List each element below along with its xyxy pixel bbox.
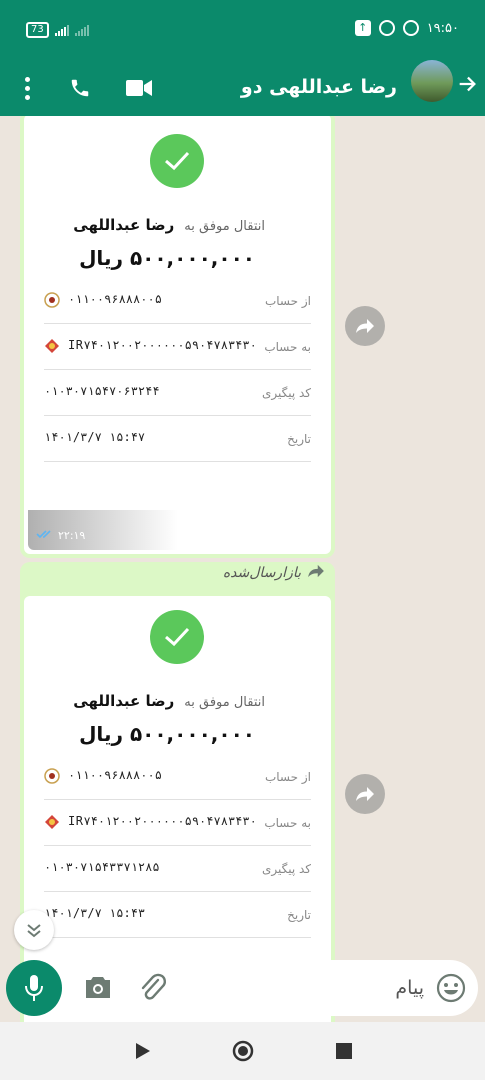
alarm-icon bbox=[402, 20, 419, 36]
status-left: 73 bbox=[26, 22, 89, 38]
contact-name[interactable]: رضا عبداللهی دو bbox=[241, 72, 397, 102]
attach-icon[interactable] bbox=[138, 972, 168, 1004]
more-vert-icon[interactable] bbox=[18, 70, 36, 106]
forward-share-button[interactable] bbox=[345, 306, 385, 346]
battery-icon: 73 bbox=[26, 22, 49, 38]
avatar[interactable] bbox=[411, 60, 453, 102]
row-value: ۰۱۰۳۰۷۱۵۴۳۳۷۱۲۸۵ bbox=[44, 860, 160, 874]
chat-area[interactable]: انتقال موفق به رضا عبداللهی ۵۰۰,۰۰۰,۰۰۰ … bbox=[0, 116, 485, 1022]
row-value: ۱۴۰۱/۳/۷ ۱۵:۴۳ bbox=[44, 906, 146, 920]
forwarded-icon bbox=[307, 564, 325, 582]
status-bar: 73 ↑ ۱۹:۵۰ bbox=[0, 0, 485, 60]
receipt-row: از حساب ۰۱۱۰۰۹۶۸۸۸۰۰۵ bbox=[44, 754, 311, 800]
signal-icon-2 bbox=[74, 24, 89, 36]
amount: ۵۰۰,۰۰۰,۰۰۰ ریال bbox=[79, 246, 255, 270]
receipt-image[interactable]: انتقال موفق به رضا عبداللهی ۵۰۰,۰۰۰,۰۰۰ … bbox=[24, 116, 331, 554]
nav-home-icon[interactable] bbox=[232, 1040, 254, 1062]
transfer-prefix: انتقال موفق به bbox=[184, 695, 265, 710]
receipt-image[interactable]: انتقال موفق به رضا عبداللهی ۵۰۰,۰۰۰,۰۰۰ … bbox=[24, 596, 331, 1022]
emoji-icon[interactable] bbox=[436, 973, 466, 1003]
transfer-prefix: انتقال موفق به bbox=[184, 219, 265, 234]
row-value: ۰۱۰۳۰۷۱۵۴۷۰۶۳۲۴۴ bbox=[44, 384, 160, 398]
row-label: از حساب bbox=[264, 294, 311, 308]
message-bubble[interactable]: بازارسال‌شده انتقال موفق به رضا عبداللهی… bbox=[20, 562, 335, 1022]
row-value: ۱۴۰۱/۳/۷ ۱۵:۴۷ bbox=[44, 430, 146, 444]
row-label: کد پیگیری bbox=[261, 386, 311, 400]
chat-header: رضا عبداللهی دو bbox=[0, 60, 485, 116]
phone-icon[interactable] bbox=[64, 70, 96, 106]
forward-share-button[interactable] bbox=[345, 774, 385, 814]
row-label: تاریخ bbox=[287, 432, 311, 446]
row-value: ۰۱۱۰۰۹۶۸۸۸۰۰۵ bbox=[68, 292, 162, 306]
bank-logo-icon bbox=[44, 338, 60, 354]
camera-icon[interactable] bbox=[84, 974, 114, 1002]
receipt-row: به حساب IR۷۴۰۱۲۰۰۲۰۰۰۰۰۰۵۹۰۴۷۸۳۴۳۰ bbox=[44, 800, 311, 846]
forwarded-label: بازارسال‌شده bbox=[223, 564, 325, 582]
scroll-down-button[interactable] bbox=[14, 910, 54, 950]
clock: ۱۹:۵۰ bbox=[426, 20, 459, 36]
row-value: ۰۱۱۰۰۹۶۸۸۸۰۰۵ bbox=[68, 768, 162, 782]
receipt-row: از حساب ۰۱۱۰۰۹۶۸۸۸۰۰۵ bbox=[44, 278, 311, 324]
bank-logo-icon bbox=[44, 292, 60, 308]
message-input[interactable] bbox=[180, 960, 424, 1016]
recipient-name: رضا عبداللهی bbox=[73, 692, 175, 710]
row-label: کد پیگیری bbox=[261, 862, 311, 876]
check-icon bbox=[150, 134, 204, 188]
recipient-name: رضا عبداللهی bbox=[73, 216, 175, 234]
system-nav-bar bbox=[0, 1022, 485, 1080]
row-value: IR۷۴۰۱۲۰۰۲۰۰۰۰۰۰۵۹۰۴۷۸۳۴۳۰ bbox=[68, 814, 257, 828]
receipt-row: کد پیگیری ۰۱۰۳۰۷۱۵۴۷۰۶۳۲۴۴ bbox=[44, 370, 311, 416]
bank-logo-icon bbox=[44, 814, 60, 830]
nav-recents-icon[interactable] bbox=[336, 1043, 352, 1059]
message-time: ۲۲:۱۹ bbox=[58, 529, 86, 542]
message-composer bbox=[70, 960, 478, 1016]
check-icon bbox=[150, 610, 204, 664]
row-label: به حساب bbox=[264, 340, 311, 354]
message-bubble[interactable]: انتقال موفق به رضا عبداللهی ۵۰۰,۰۰۰,۰۰۰ … bbox=[20, 116, 335, 558]
receipt-row: کد پیگیری ۰۱۰۳۰۷۱۵۴۳۳۷۱۲۸۵ bbox=[44, 846, 311, 892]
video-call-icon[interactable] bbox=[122, 70, 156, 106]
arrow-back-icon[interactable] bbox=[453, 70, 481, 98]
receipt-row: تاریخ ۱۴۰۱/۳/۷ ۱۵:۴۷ bbox=[44, 416, 311, 462]
transfer-line: انتقال موفق به رضا عبداللهی bbox=[73, 216, 265, 234]
transfer-line: انتقال موفق به رضا عبداللهی bbox=[73, 692, 265, 710]
status-right: ↑ ۱۹:۵۰ bbox=[354, 20, 459, 36]
receipt-row: تاریخ ۱۴۰۱/۳/۷ ۱۵:۴۳ bbox=[44, 892, 311, 938]
nav-back-icon[interactable] bbox=[134, 1041, 154, 1061]
amount: ۵۰۰,۰۰۰,۰۰۰ ریال bbox=[79, 722, 255, 746]
row-label: از حساب bbox=[264, 770, 311, 784]
signal-icon bbox=[54, 24, 69, 36]
receipt-row: به حساب IR۷۴۰۱۲۰۰۲۰۰۰۰۰۰۵۹۰۴۷۸۳۴۳۰ bbox=[44, 324, 311, 370]
row-label: تاریخ bbox=[287, 908, 311, 922]
double-check-icon bbox=[36, 529, 54, 542]
message-meta: ۲۲:۱۹ bbox=[36, 529, 85, 542]
dnd-icon bbox=[378, 20, 395, 36]
forwarded-text: بازارسال‌شده bbox=[222, 565, 301, 581]
bank-logo-icon bbox=[44, 768, 60, 784]
row-value: IR۷۴۰۱۲۰۰۲۰۰۰۰۰۰۵۹۰۴۷۸۳۴۳۰ bbox=[68, 338, 257, 352]
upload-icon: ↑ bbox=[354, 20, 371, 36]
row-label: به حساب bbox=[264, 816, 311, 830]
mic-button[interactable] bbox=[6, 960, 62, 1016]
